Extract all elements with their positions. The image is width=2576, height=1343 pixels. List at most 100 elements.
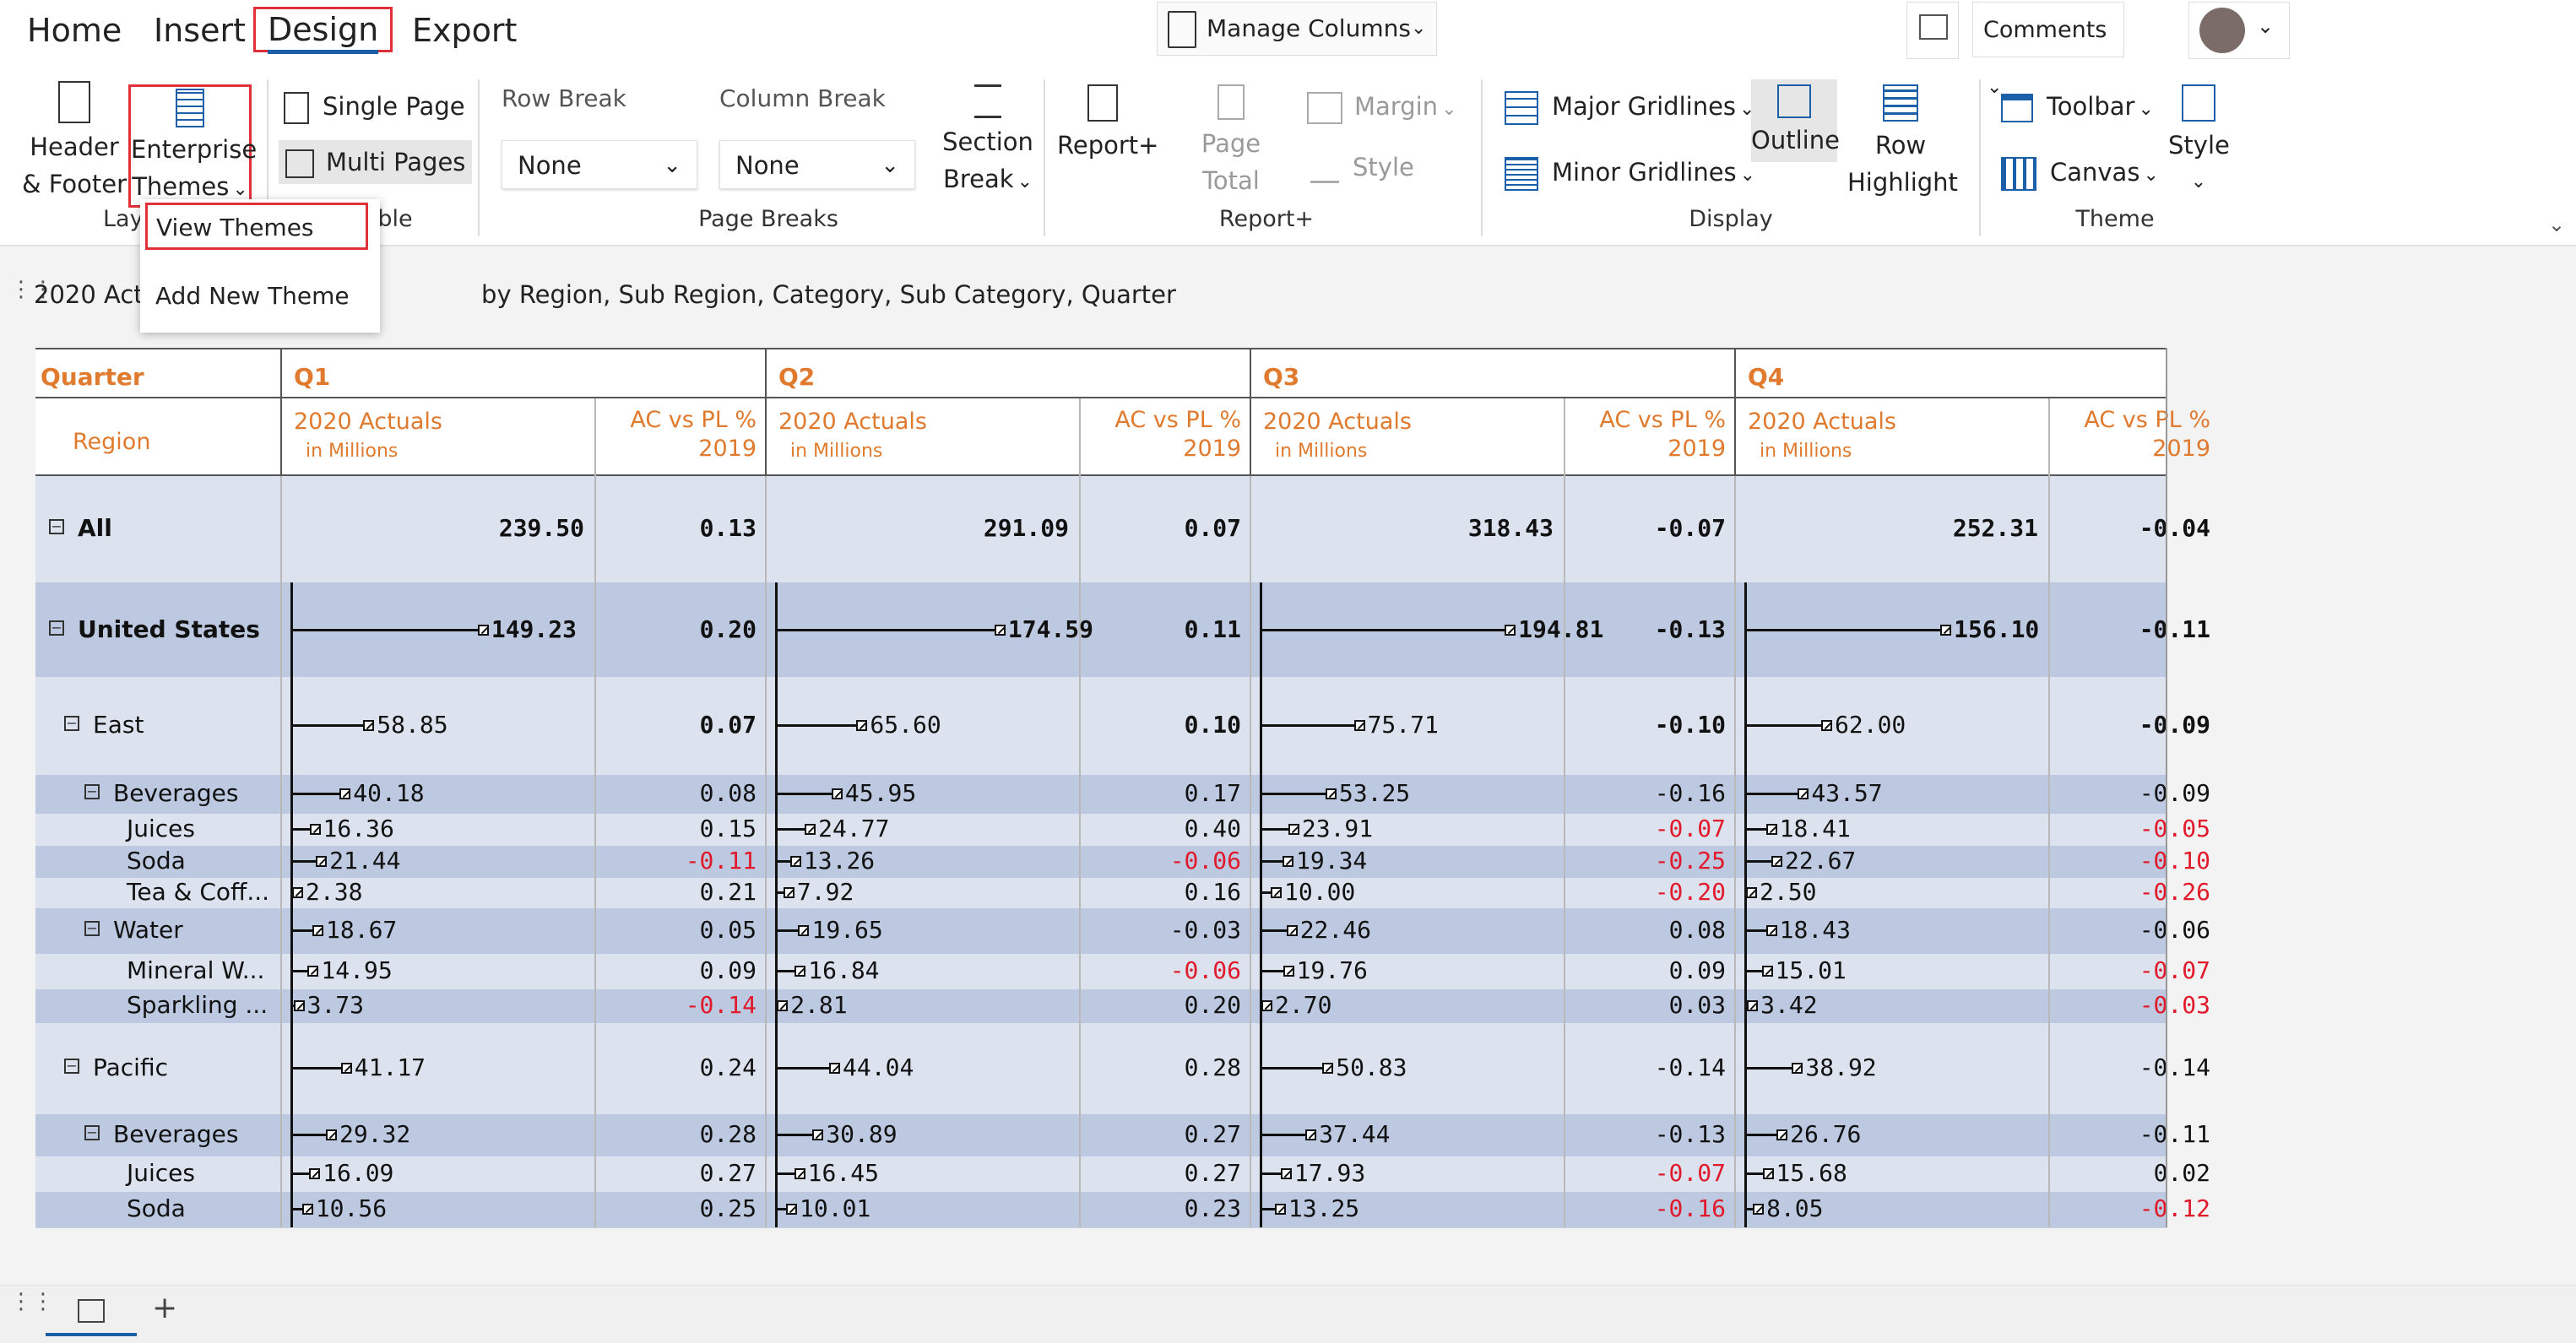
- collapse-ribbon-icon[interactable]: ⌄: [2548, 213, 2565, 236]
- margin-icon: [1307, 92, 1342, 124]
- row-label: Water: [113, 916, 183, 944]
- column-divider: [1250, 1156, 1251, 1192]
- canvas-icon: [2001, 157, 2036, 191]
- bar-cap-icon: [477, 625, 489, 636]
- collapse-icon[interactable]: −: [49, 620, 64, 636]
- ac-vs-pl-value: 0.09: [699, 956, 757, 984]
- enterprise-themes-button[interactable]: Enterprise Themes ⌄: [128, 84, 257, 208]
- bar-cap-icon: [1305, 1129, 1317, 1140]
- column-divider: [280, 582, 282, 679]
- comments-dropdown[interactable]: Comments ⌄: [1972, 2, 2124, 98]
- collapse-icon[interactable]: −: [84, 921, 100, 936]
- ac-vs-pl-value: -0.16: [1654, 1194, 1726, 1222]
- toolbar-button[interactable]: Toolbar ⌄: [2001, 88, 2154, 128]
- actuals-value: 2.70: [1275, 991, 1332, 1019]
- single-page-button[interactable]: Single Page: [284, 88, 465, 125]
- actuals-value: 58.85: [377, 711, 448, 739]
- style-button[interactable]: Style ⌄: [2168, 84, 2230, 201]
- ac-vs-pl-value: -0.10: [2139, 847, 2210, 875]
- actuals-value: 2.38: [306, 878, 363, 906]
- measure-ac-vs-pl-year: 2019: [698, 436, 757, 462]
- ac-vs-pl-value: 0.24: [699, 1053, 757, 1081]
- ac-vs-pl-value: 0.07: [1184, 514, 1241, 542]
- tab-export[interactable]: Export: [400, 10, 529, 51]
- bar-cap-icon: [363, 720, 375, 731]
- actuals-value: 45.95: [844, 779, 917, 807]
- tab-design[interactable]: Design: [253, 7, 393, 54]
- bar-cap-icon: [309, 1168, 321, 1179]
- row-label: All: [78, 514, 112, 542]
- margin-button[interactable]: Margin ⌄: [1307, 88, 1457, 128]
- actuals-value: 15.01: [1775, 956, 1847, 984]
- column-divider: [1250, 582, 1251, 679]
- column-divider: [765, 677, 767, 775]
- actuals-value: 23.91: [1301, 815, 1374, 842]
- row-break-select[interactable]: None ⌄: [502, 140, 697, 189]
- quarter-divider: [1734, 348, 1736, 476]
- major-gridlines-button[interactable]: Major Gridlines ⌄: [1505, 88, 1754, 128]
- menu-item-view-themes[interactable]: View Themes: [145, 203, 368, 250]
- ac-vs-pl-value: 0.27: [1184, 1159, 1241, 1187]
- actuals-value: 17.93: [1293, 1159, 1366, 1187]
- tab-home[interactable]: Home: [15, 10, 133, 51]
- actuals-value: 8.05: [1766, 1194, 1824, 1222]
- actuals-value: 291.09: [983, 514, 1069, 542]
- header-footer-button[interactable]: Header & Footer: [20, 81, 128, 203]
- collapse-icon[interactable]: −: [84, 1125, 100, 1140]
- minor-gridlines-button[interactable]: Minor Gridlines ⌄: [1505, 154, 1755, 194]
- column-break-select[interactable]: None ⌄: [719, 140, 915, 189]
- ac-vs-pl-value: 0.08: [1668, 916, 1726, 944]
- actuals-bar: [1261, 724, 1358, 727]
- measure-ac-vs-pl-year: 2019: [1668, 436, 1726, 462]
- actuals-value: 44.04: [843, 1053, 914, 1081]
- collapse-icon[interactable]: −: [84, 784, 100, 799]
- toolbar-icon: [2001, 94, 2033, 122]
- comment-add-button[interactable]: [1906, 2, 1959, 59]
- add-page-icon[interactable]: +: [152, 1291, 177, 1325]
- ac-vs-pl-value: 0.13: [699, 514, 757, 542]
- ribbon: Home Insert Design Export Manage Columns…: [0, 0, 2576, 246]
- column-divider: [280, 908, 282, 954]
- actuals-value: 18.67: [326, 916, 398, 944]
- ac-vs-pl-value: -0.12: [2139, 1194, 2210, 1222]
- ac-vs-pl-value: -0.16: [1654, 779, 1726, 807]
- ribbon-separator: [1979, 79, 1981, 236]
- collapse-icon[interactable]: −: [49, 519, 64, 534]
- ac-vs-pl-value: -0.20: [1654, 878, 1726, 906]
- style-small-button[interactable]: Style: [1310, 149, 1414, 186]
- menu-item-add-new-theme[interactable]: Add New Theme: [155, 282, 350, 310]
- ac-vs-pl-value: -0.11: [2139, 615, 2210, 643]
- outline-button[interactable]: Outline: [1751, 79, 1840, 162]
- chevron-down-icon: ⌄: [1739, 165, 1756, 186]
- measure-actuals-header: 2020 Actuals: [294, 409, 442, 435]
- style-label: Style: [2168, 131, 2230, 160]
- actuals-value: 29.32: [339, 1120, 411, 1148]
- page-tabs-bar: ⋮⋮ +: [0, 1285, 2576, 1343]
- chevron-down-icon: ⌄: [2257, 14, 2275, 38]
- manage-columns-button[interactable]: Manage Columns ⌄: [1157, 2, 1437, 56]
- canvas-button[interactable]: Canvas ⌄: [2001, 154, 2159, 194]
- ac-vs-pl-value: 0.20: [1184, 991, 1241, 1019]
- page-tab-1[interactable]: [46, 1291, 137, 1336]
- row-label: Beverages: [113, 1120, 239, 1148]
- multi-pages-button[interactable]: Multi Pages: [279, 140, 473, 184]
- user-menu[interactable]: ⌄: [2188, 2, 2290, 59]
- chevron-down-icon: ⌄: [2190, 171, 2207, 192]
- page-total-button[interactable]: Page Total: [1175, 84, 1287, 199]
- report-plus-button[interactable]: Report+: [1057, 84, 1158, 164]
- single-page-label: Single Page: [323, 92, 465, 121]
- tab-insert[interactable]: Insert: [142, 10, 258, 51]
- actuals-value: 22.67: [1785, 847, 1857, 875]
- section-break-button[interactable]: Section Break ⌄: [935, 84, 1040, 201]
- row-highlight-button[interactable]: Row Highlight: [1847, 84, 1958, 201]
- column-divider: [280, 954, 282, 989]
- collapse-icon[interactable]: −: [64, 1059, 79, 1074]
- tab-design-label: Design: [268, 11, 379, 54]
- column-divider: [1250, 954, 1251, 989]
- ac-vs-pl-value: -0.07: [1654, 514, 1726, 542]
- actuals-value: 10.01: [800, 1194, 871, 1222]
- column-divider: [765, 1023, 767, 1114]
- column-divider: [1250, 814, 1251, 846]
- collapse-icon[interactable]: −: [64, 716, 79, 731]
- ac-vs-pl-value: 0.03: [1668, 991, 1726, 1019]
